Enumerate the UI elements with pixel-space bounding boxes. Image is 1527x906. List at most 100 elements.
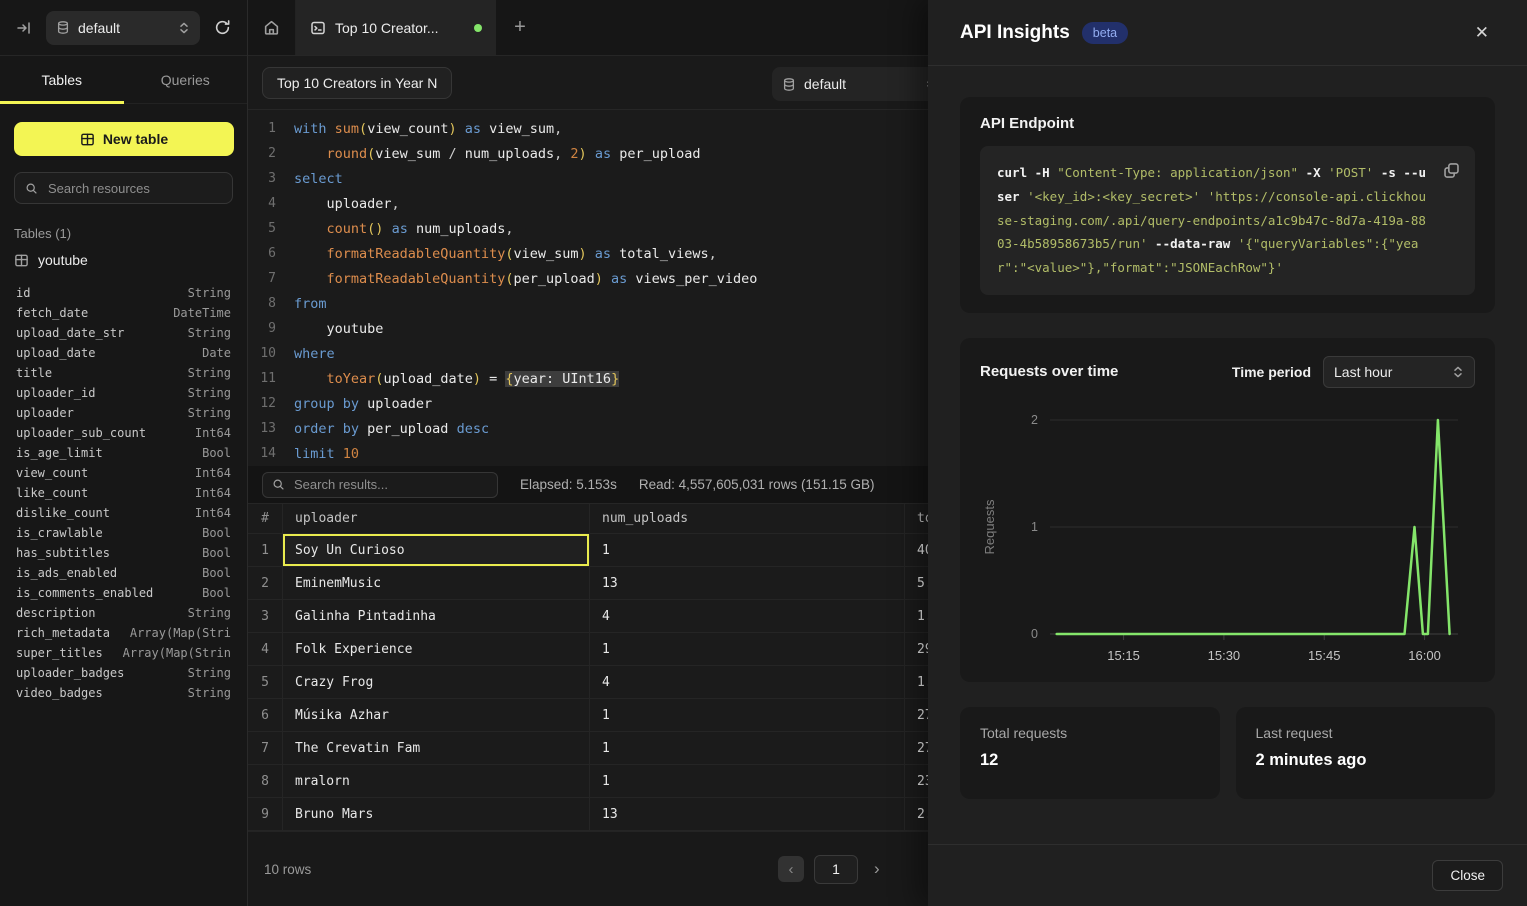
- table-cell[interactable]: 13: [590, 567, 905, 599]
- last-request-card: Last request 2 minutes ago: [1236, 707, 1496, 799]
- next-page-button[interactable]: ›: [868, 858, 886, 880]
- table-cell[interactable]: 2: [248, 567, 283, 599]
- collapse-sidebar-button[interactable]: [12, 16, 36, 40]
- time-period-select[interactable]: Last hour: [1323, 356, 1475, 388]
- column-row: uploader_sub_countInt64: [16, 423, 231, 443]
- app-root: default Tables Queries New table: [0, 0, 1527, 906]
- sidebar-header: default: [0, 0, 247, 56]
- table-cell[interactable]: 1: [590, 765, 905, 797]
- api-endpoint-card: API Endpoint curl -H "Content-Type: appl…: [960, 97, 1495, 313]
- panel-title: API Insights: [960, 22, 1070, 44]
- column-row: upload_dateDate: [16, 343, 231, 363]
- total-requests-card: Total requests 12: [960, 707, 1220, 799]
- new-tab-button[interactable]: +: [496, 0, 544, 55]
- table-cell[interactable]: Soy Un Curioso: [283, 534, 590, 566]
- collapse-sidebar-icon: [16, 20, 32, 36]
- refresh-button[interactable]: [210, 15, 235, 40]
- prev-page-button[interactable]: ‹: [778, 856, 804, 882]
- table-cell[interactable]: 5: [248, 666, 283, 698]
- database-icon: [56, 20, 70, 35]
- database-icon: [782, 77, 796, 92]
- column-type: String: [188, 606, 231, 620]
- api-endpoint-title: API Endpoint: [980, 115, 1475, 132]
- line-number: 4: [248, 196, 294, 211]
- column-name: description: [16, 606, 95, 620]
- query-title-button[interactable]: Top 10 Creators in Year N: [262, 67, 452, 99]
- table-cell[interactable]: 13: [590, 798, 905, 830]
- table-cell[interactable]: The Crevatin Fam: [283, 732, 590, 764]
- column-type: String: [188, 366, 231, 380]
- column-name: super_titles: [16, 646, 103, 660]
- table-cell[interactable]: Músika Azhar: [283, 699, 590, 731]
- table-cell[interactable]: 9: [248, 798, 283, 830]
- code-text: uploader,: [294, 196, 400, 212]
- code-text: order by per_upload desc: [294, 421, 489, 437]
- table-cell[interactable]: Bruno Mars: [283, 798, 590, 830]
- tab-queries[interactable]: Queries: [124, 56, 248, 103]
- table-cell[interactable]: 8: [248, 765, 283, 797]
- table-cell[interactable]: 4: [248, 633, 283, 665]
- column-type: Bool: [202, 586, 231, 600]
- svg-text:15:30: 15:30: [1208, 648, 1241, 663]
- column-type: DateTime: [173, 306, 231, 320]
- table-cell[interactable]: 1: [248, 534, 283, 566]
- code-text: toYear(upload_date) = {year: UInt16}: [294, 371, 619, 387]
- column-name: upload_date: [16, 346, 95, 360]
- requests-title: Requests over time: [980, 363, 1118, 380]
- table-cell[interactable]: mralorn: [283, 765, 590, 797]
- close-panel-button[interactable]: Close: [1432, 860, 1503, 891]
- column-row: is_comments_enabled Bool: [16, 583, 231, 603]
- table-cell[interactable]: EminemMusic: [283, 567, 590, 599]
- sidebar-item-youtube[interactable]: youtube: [0, 247, 247, 273]
- column-row: is_age_limitBool: [16, 443, 231, 463]
- column-type: Int64: [195, 466, 231, 480]
- page-number: 1: [814, 855, 858, 884]
- column-name: is_age_limit: [16, 446, 103, 460]
- svg-text:1: 1: [1031, 520, 1038, 534]
- query-tab[interactable]: Top 10 Creator...: [296, 0, 496, 55]
- table-cell[interactable]: 7: [248, 732, 283, 764]
- table-cell[interactable]: 1: [590, 732, 905, 764]
- table-grid-icon: [14, 253, 29, 268]
- svg-text:15:45: 15:45: [1308, 648, 1341, 663]
- sidebar-search-input[interactable]: [46, 180, 222, 197]
- time-period-value: Last hour: [1334, 364, 1444, 380]
- chevron-updown-icon: [1452, 365, 1464, 379]
- code-text: limit 10: [294, 446, 359, 462]
- column-row: uploader_idString: [16, 383, 231, 403]
- table-cell[interactable]: 3: [248, 600, 283, 632]
- sidebar-database-select[interactable]: default: [46, 11, 200, 45]
- beta-badge: beta: [1082, 22, 1128, 44]
- column-row: description String: [16, 603, 231, 623]
- line-number: 6: [248, 246, 294, 261]
- table-cell[interactable]: 4: [590, 666, 905, 698]
- table-cell[interactable]: 6: [248, 699, 283, 731]
- search-icon: [272, 478, 285, 491]
- query-database-select[interactable]: default: [772, 67, 947, 101]
- table-cell[interactable]: 4: [590, 600, 905, 632]
- column-type: String: [188, 286, 231, 300]
- copy-button[interactable]: [1441, 160, 1462, 181]
- table-name: youtube: [38, 252, 88, 268]
- sidebar-search: [14, 172, 233, 204]
- table-cell[interactable]: Galinha Pintadinha: [283, 600, 590, 632]
- column-row: idString: [16, 283, 231, 303]
- tab-tables[interactable]: Tables: [0, 56, 124, 103]
- code-text: formatReadableQuantity(per_upload) as vi…: [294, 271, 757, 287]
- table-cell[interactable]: Crazy Frog: [283, 666, 590, 698]
- panel-close-button[interactable]: ✕: [1469, 22, 1495, 44]
- table-cell[interactable]: 1: [590, 699, 905, 731]
- table-cell[interactable]: 1: [590, 633, 905, 665]
- column-name: has_subtitles: [16, 546, 110, 560]
- query-database-value: default: [804, 76, 917, 92]
- table-cell[interactable]: Folk Experience: [283, 633, 590, 665]
- new-table-button[interactable]: New table: [14, 122, 234, 156]
- line-number: 5: [248, 221, 294, 236]
- unsaved-changes-dot: [474, 24, 482, 32]
- home-button[interactable]: [248, 0, 296, 55]
- table-cell[interactable]: 1: [590, 534, 905, 566]
- column-name: is_comments_enabled: [16, 586, 153, 600]
- column-name: rich_metadata: [16, 626, 110, 640]
- results-search-input[interactable]: [292, 476, 488, 493]
- requests-card-header: Requests over time Time period Last hour: [980, 356, 1475, 388]
